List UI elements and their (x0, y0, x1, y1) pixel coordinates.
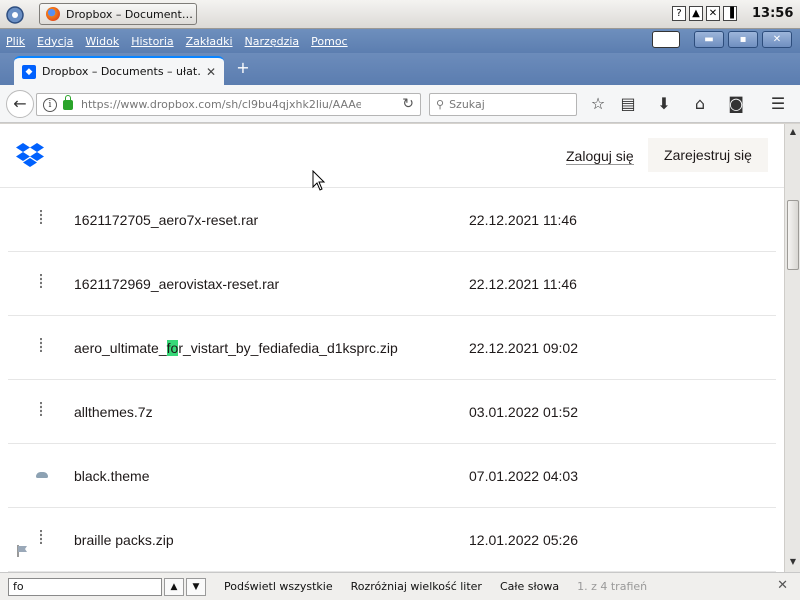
find-highlight: fo (166, 340, 179, 356)
scrollbar-thumb[interactable] (787, 200, 799, 270)
clock[interactable]: 13:56 (752, 6, 793, 21)
tab-title: Dropbox – Documents – ułat… (42, 65, 200, 78)
url-path: /sh/cl9bu4qjxhk2liu/AAAem5vN (221, 98, 361, 111)
scroll-down-arrow-icon[interactable]: ▼ (787, 556, 799, 568)
match-case-toggle[interactable]: Rozróżniaj wielkość liter (351, 580, 482, 593)
zip-file-icon (38, 210, 46, 224)
find-close-icon[interactable]: ✕ (777, 578, 788, 593)
menu-bookmarks[interactable]: Zakładki (180, 35, 239, 48)
search-input[interactable]: ⚲ Szukaj (429, 93, 577, 116)
zip-file-icon (38, 274, 46, 288)
tab-close-icon[interactable]: ✕ (206, 65, 216, 79)
file-row[interactable]: allthemes.7z 03.01.2022 01:52 (8, 380, 776, 444)
file-row[interactable]: aero_ultimate_for_vistart_by_fediafedia_… (8, 316, 776, 380)
bookmark-star-icon[interactable]: ☆ (588, 94, 608, 114)
os-top-panel: Dropbox – Document… ? ▲ ✕ ▐ 13:56 (0, 0, 800, 29)
mouse-cursor-icon (312, 170, 326, 191)
file-name[interactable]: aero_ultimate_for_vistart_by_fediafedia_… (74, 340, 398, 356)
find-next-button[interactable]: ▼ (186, 577, 206, 596)
highlight-all-toggle[interactable]: Podświetl wszystkie (224, 580, 333, 593)
file-name[interactable]: 1621172969_aerovistax-reset.rar (74, 276, 279, 292)
find-previous-button[interactable]: ▲ (164, 577, 184, 596)
url-bar[interactable]: i https://www.dropbox.com/sh/cl9bu4qjxhk… (36, 93, 421, 116)
file-date: 12.01.2022 05:26 (469, 532, 578, 548)
dropbox-header: Zaloguj się Zarejestruj się (0, 124, 784, 188)
search-icon: ⚲ (436, 98, 445, 111)
lock-icon (63, 94, 73, 110)
menu-file[interactable]: Plik (0, 35, 31, 48)
navigation-toolbar: ← i https://www.dropbox.com/sh/cl9bu4qjx… (0, 85, 800, 123)
menu-help[interactable]: Pomoc (305, 35, 353, 48)
browser-menubar: Plik Edycja Widok Historia Zakładki Narz… (0, 29, 800, 53)
menu-view[interactable]: Widok (79, 35, 125, 48)
menu-tools[interactable]: Narzędzia (239, 35, 306, 48)
url-text[interactable]: https://www.dropbox.com/sh/cl9bu4qjxhk2l… (81, 98, 361, 111)
zip-file-icon (38, 402, 46, 416)
url-host: https://www.dropbox.com (81, 98, 222, 111)
reading-list-icon[interactable]: ▤ (618, 94, 638, 114)
signup-button[interactable]: Zarejestruj się (648, 138, 768, 172)
network-icon[interactable]: ✕ (706, 6, 720, 21)
firefox-icon (46, 7, 60, 21)
zip-file-icon (38, 530, 46, 544)
maximize-button[interactable]: ▪ (728, 31, 758, 48)
file-name[interactable]: 1621172705_aero7x-reset.rar (74, 212, 258, 228)
dropbox-logo-icon[interactable] (16, 142, 44, 168)
home-icon[interactable]: ⌂ (690, 94, 710, 114)
file-row[interactable]: black.theme 07.01.2022 04:03 (8, 444, 776, 508)
login-link[interactable]: Zaloguj się (566, 148, 634, 165)
tab-strip: ◆ Dropbox – Documents – ułat… ✕ + (0, 53, 800, 85)
file-date: 22.12.2021 09:02 (469, 340, 578, 356)
eject-icon[interactable]: ▲ (689, 6, 703, 21)
file-name[interactable]: allthemes.7z (74, 404, 153, 420)
reload-icon[interactable]: ↻ (402, 96, 414, 112)
file-name-part: r_vistart_by_fediafedia_d1ksprc.zip (178, 340, 398, 356)
minimize-button[interactable]: ▬ (694, 31, 724, 48)
hamburger-menu-icon[interactable]: ☰ (768, 94, 788, 114)
file-name[interactable]: braille packs.zip (74, 532, 174, 548)
zip-file-icon (38, 338, 46, 352)
menu-history[interactable]: Historia (125, 35, 179, 48)
tab-dropbox[interactable]: ◆ Dropbox – Documents – ułat… ✕ (14, 56, 224, 85)
file-row[interactable]: 1621172969_aerovistax-reset.rar 22.12.20… (8, 252, 776, 316)
scroll-up-arrow-icon[interactable]: ▲ (787, 126, 799, 138)
file-name-part: aero_ultimate_ (74, 340, 167, 356)
back-button[interactable]: ← (6, 90, 34, 118)
taskbar-window-title: Dropbox – Document… (66, 7, 193, 21)
keyboard-icon[interactable] (652, 31, 680, 48)
theme-file-icon (36, 466, 48, 480)
page-content: Zaloguj się Zarejestruj się 1621172705_a… (0, 124, 784, 572)
flag-icon[interactable] (16, 544, 30, 558)
window-controls: ▬ ▪ ✕ (652, 31, 792, 48)
file-date: 22.12.2021 11:46 (469, 276, 577, 292)
find-input[interactable]: fo (8, 577, 162, 596)
file-row[interactable]: 1621172705_aero7x-reset.rar 22.12.2021 1… (8, 188, 776, 252)
file-list: 1621172705_aero7x-reset.rar 22.12.2021 1… (8, 188, 776, 572)
dropbox-favicon-icon: ◆ (22, 64, 36, 79)
find-bar: fo ▲ ▼ Podświetl wszystkie Rozróżniaj wi… (0, 572, 800, 600)
pocket-icon[interactable]: ◙ (726, 94, 746, 114)
find-status: 1. z 4 trafień (577, 580, 648, 593)
system-tray: ? ▲ ✕ ▐ (672, 6, 737, 21)
info-icon[interactable]: i (43, 97, 57, 112)
close-window-button[interactable]: ✕ (762, 31, 792, 48)
search-placeholder: Szukaj (449, 98, 485, 111)
new-tab-button[interactable]: + (234, 59, 252, 77)
whole-words-toggle[interactable]: Całe słowa (500, 580, 559, 593)
file-date: 22.12.2021 11:46 (469, 212, 577, 228)
file-row[interactable]: braille packs.zip 12.01.2022 05:26 (8, 508, 776, 572)
menu-edit[interactable]: Edycja (31, 35, 79, 48)
taskbar-firefox-window[interactable]: Dropbox – Document… (39, 3, 197, 25)
os-menu-icon[interactable] (4, 4, 26, 26)
battery-icon[interactable]: ▐ (723, 6, 737, 21)
vertical-scrollbar[interactable]: ▲ ▼ (784, 124, 800, 572)
file-date: 07.01.2022 04:03 (469, 468, 578, 484)
help-icon[interactable]: ? (672, 6, 686, 21)
file-name[interactable]: black.theme (74, 468, 149, 484)
downloads-icon[interactable]: ⬇ (654, 94, 674, 114)
file-date: 03.01.2022 01:52 (469, 404, 578, 420)
